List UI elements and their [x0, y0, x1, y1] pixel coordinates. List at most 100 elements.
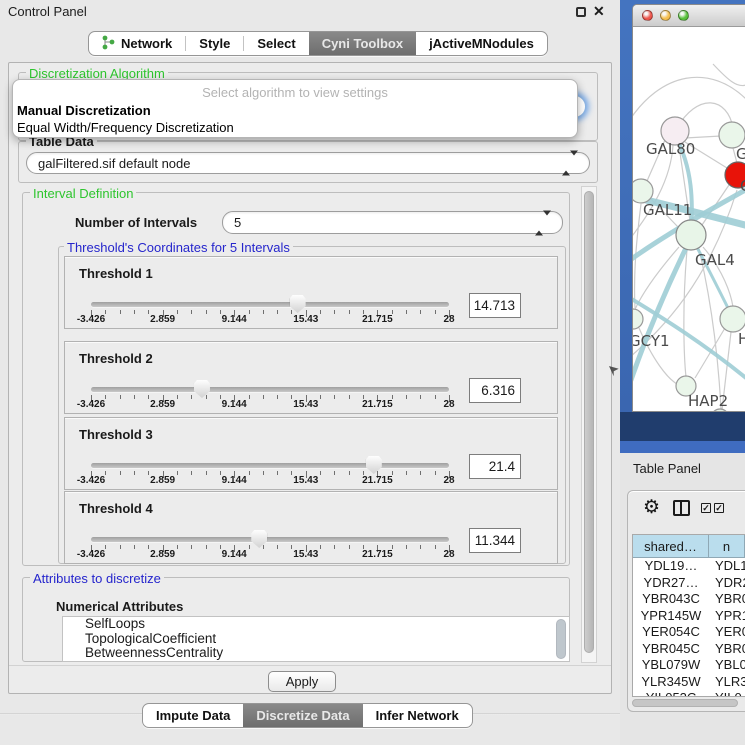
- checkbox-select-icon[interactable]: ✓: [714, 503, 724, 513]
- gear-icon[interactable]: ⚙: [643, 496, 660, 519]
- table-data-combobox[interactable]: galFiltered.sif default node: [26, 152, 590, 174]
- bottom-tabbar: Impute Data Discretize Data Infer Networ…: [142, 703, 473, 728]
- network-edge[interactable]: [684, 250, 687, 377]
- cell-shared-name[interactable]: YER054C: [633, 624, 709, 641]
- slider-track[interactable]: [91, 387, 449, 392]
- slider-track[interactable]: [91, 537, 449, 542]
- cell-shared-name[interactable]: YDR27…: [633, 575, 709, 592]
- dropdown-option-equal-width[interactable]: Equal Width/Frequency Discretization: [17, 120, 234, 135]
- slider-track[interactable]: [91, 463, 449, 468]
- table-horizontal-scrollbar[interactable]: [630, 699, 743, 708]
- table-row[interactable]: YBR045CYBR0: [633, 641, 745, 658]
- columns-icon[interactable]: [673, 500, 690, 516]
- column-header-shared[interactable]: shared…: [633, 535, 709, 558]
- tick-label: 21.715: [362, 475, 393, 486]
- close-icon[interactable]: ✕: [593, 3, 605, 20]
- slider-thumb[interactable]: [366, 456, 382, 474]
- table-row[interactable]: YBR043CYBR0: [633, 591, 745, 608]
- list-scrollbar[interactable]: [556, 619, 566, 659]
- attribute-list-item[interactable]: SelfLoops: [63, 617, 569, 632]
- tab-select[interactable]: Select: [244, 32, 308, 55]
- attribute-list-item[interactable]: BetweennessCentrality: [63, 646, 569, 661]
- tick-label: 9.144: [222, 314, 247, 325]
- tab-label: Style: [199, 36, 230, 51]
- network-edge[interactable]: [633, 77, 745, 124]
- network-edge[interactable]: [713, 64, 745, 86]
- column-header-name[interactable]: n: [709, 535, 745, 558]
- cell-name[interactable]: YBR0: [709, 641, 745, 658]
- cell-shared-name[interactable]: YBR043C: [633, 591, 709, 608]
- node-label: GAL80: [646, 140, 695, 158]
- tick-label: -3.426: [77, 475, 105, 486]
- divider: [9, 665, 611, 666]
- cell-name[interactable]: YBR0: [709, 591, 745, 608]
- cell-name[interactable]: YLR3: [709, 674, 745, 691]
- num-intervals-combobox[interactable]: 5: [222, 211, 563, 234]
- zoom-traffic-light[interactable]: [678, 10, 689, 21]
- cell-shared-name[interactable]: YBR045C: [633, 641, 709, 658]
- cell-name[interactable]: YIL0: [709, 690, 745, 697]
- network-node-GAL11[interactable]: [633, 179, 653, 203]
- table-row[interactable]: YPR145WYPR1: [633, 608, 745, 625]
- screen: Control Panel ✕ Network Style Select Cyn…: [0, 0, 745, 745]
- node-label: GCY1: [633, 332, 670, 350]
- dropdown-option-manual[interactable]: Manual Discretization: [17, 103, 151, 118]
- tab-label: Cyni Toolbox: [322, 36, 403, 51]
- table-row[interactable]: YIL052CYIL0: [633, 690, 745, 697]
- network-window-titlebar[interactable]: [633, 5, 745, 27]
- tab-jactivemnodules[interactable]: jActiveMNodules: [416, 32, 547, 55]
- network-node-node-h[interactable]: [720, 306, 745, 332]
- checkbox-select-icon[interactable]: ✓: [701, 503, 711, 513]
- panel-vertical-scrollbar[interactable]: [581, 186, 597, 663]
- slider-track[interactable]: [91, 302, 449, 307]
- cell-name[interactable]: YDR2: [709, 575, 745, 592]
- tab-infer-network[interactable]: Infer Network: [363, 704, 472, 727]
- network-canvas[interactable]: GAL80G.CGAL11GAL4GCY1HHAP2: [633, 28, 745, 411]
- table-row[interactable]: YER054CYER0: [633, 624, 745, 641]
- threshold-value-field[interactable]: 14.713: [469, 293, 521, 318]
- tab-impute-data[interactable]: Impute Data: [143, 704, 243, 727]
- network-view-window[interactable]: GAL80G.CGAL11GAL4GCY1HHAP2: [632, 4, 745, 412]
- tab-cyni-toolbox[interactable]: Cyni Toolbox: [309, 32, 416, 55]
- table-row[interactable]: YDL19…YDL1: [633, 558, 745, 575]
- cell-name[interactable]: YPR1: [709, 608, 745, 625]
- cell-shared-name[interactable]: YLR345W: [633, 674, 709, 691]
- tab-label: jActiveMNodules: [429, 36, 534, 51]
- network-edge[interactable]: [695, 328, 725, 378]
- cell-shared-name[interactable]: YBL079W: [633, 657, 709, 674]
- float-window-icon[interactable]: [576, 7, 586, 17]
- tab-discretize-data[interactable]: Discretize Data: [243, 704, 362, 727]
- slider-thumb[interactable]: [251, 530, 267, 548]
- cell-name[interactable]: YDL1: [709, 558, 745, 575]
- network-node-GAL4[interactable]: [676, 220, 706, 250]
- threshold-value-field[interactable]: 11.344: [469, 528, 521, 553]
- scrollbar-thumb[interactable]: [584, 191, 594, 653]
- threshold-value-field[interactable]: 6.316: [469, 378, 521, 403]
- tab-network[interactable]: Network: [89, 32, 185, 55]
- close-traffic-light[interactable]: [642, 10, 653, 21]
- table-data-combobox-value: galFiltered.sif default node: [38, 156, 190, 171]
- network-edge-thick[interactable]: [633, 238, 691, 380]
- tick-label: 9.144: [222, 475, 247, 486]
- apply-button[interactable]: Apply: [268, 671, 336, 692]
- network-node-GCY1[interactable]: [633, 309, 643, 329]
- cell-shared-name[interactable]: YIL052C: [633, 690, 709, 697]
- node-label: H: [738, 330, 745, 348]
- attributes-listbox[interactable]: SelfLoopsTopologicalCoefficientBetweenne…: [62, 616, 570, 662]
- cell-name[interactable]: YBL0: [709, 657, 745, 674]
- table-row[interactable]: YDR27…YDR2: [633, 575, 745, 592]
- table-row[interactable]: YBL079WYBL0: [633, 657, 745, 674]
- threshold-value-field[interactable]: 21.4: [469, 454, 521, 479]
- table-row[interactable]: YLR345WYLR3: [633, 674, 745, 691]
- slider-thumb[interactable]: [194, 380, 210, 398]
- node-attribute-table[interactable]: shared… n YDL19…YDL1YDR27…YDR2YBR043CYBR…: [632, 534, 745, 697]
- spinner-arrows-icon: [535, 215, 551, 230]
- network-edge[interactable]: [685, 136, 721, 138]
- minimize-traffic-light[interactable]: [660, 10, 671, 21]
- cell-name[interactable]: YER0: [709, 624, 745, 641]
- scrollbar-thumb[interactable]: [632, 699, 738, 707]
- tab-style[interactable]: Style: [186, 32, 243, 55]
- cell-shared-name[interactable]: YPR145W: [633, 608, 709, 625]
- cell-shared-name[interactable]: YDL19…: [633, 558, 709, 575]
- attribute-list-item[interactable]: TopologicalCoefficient: [63, 632, 569, 647]
